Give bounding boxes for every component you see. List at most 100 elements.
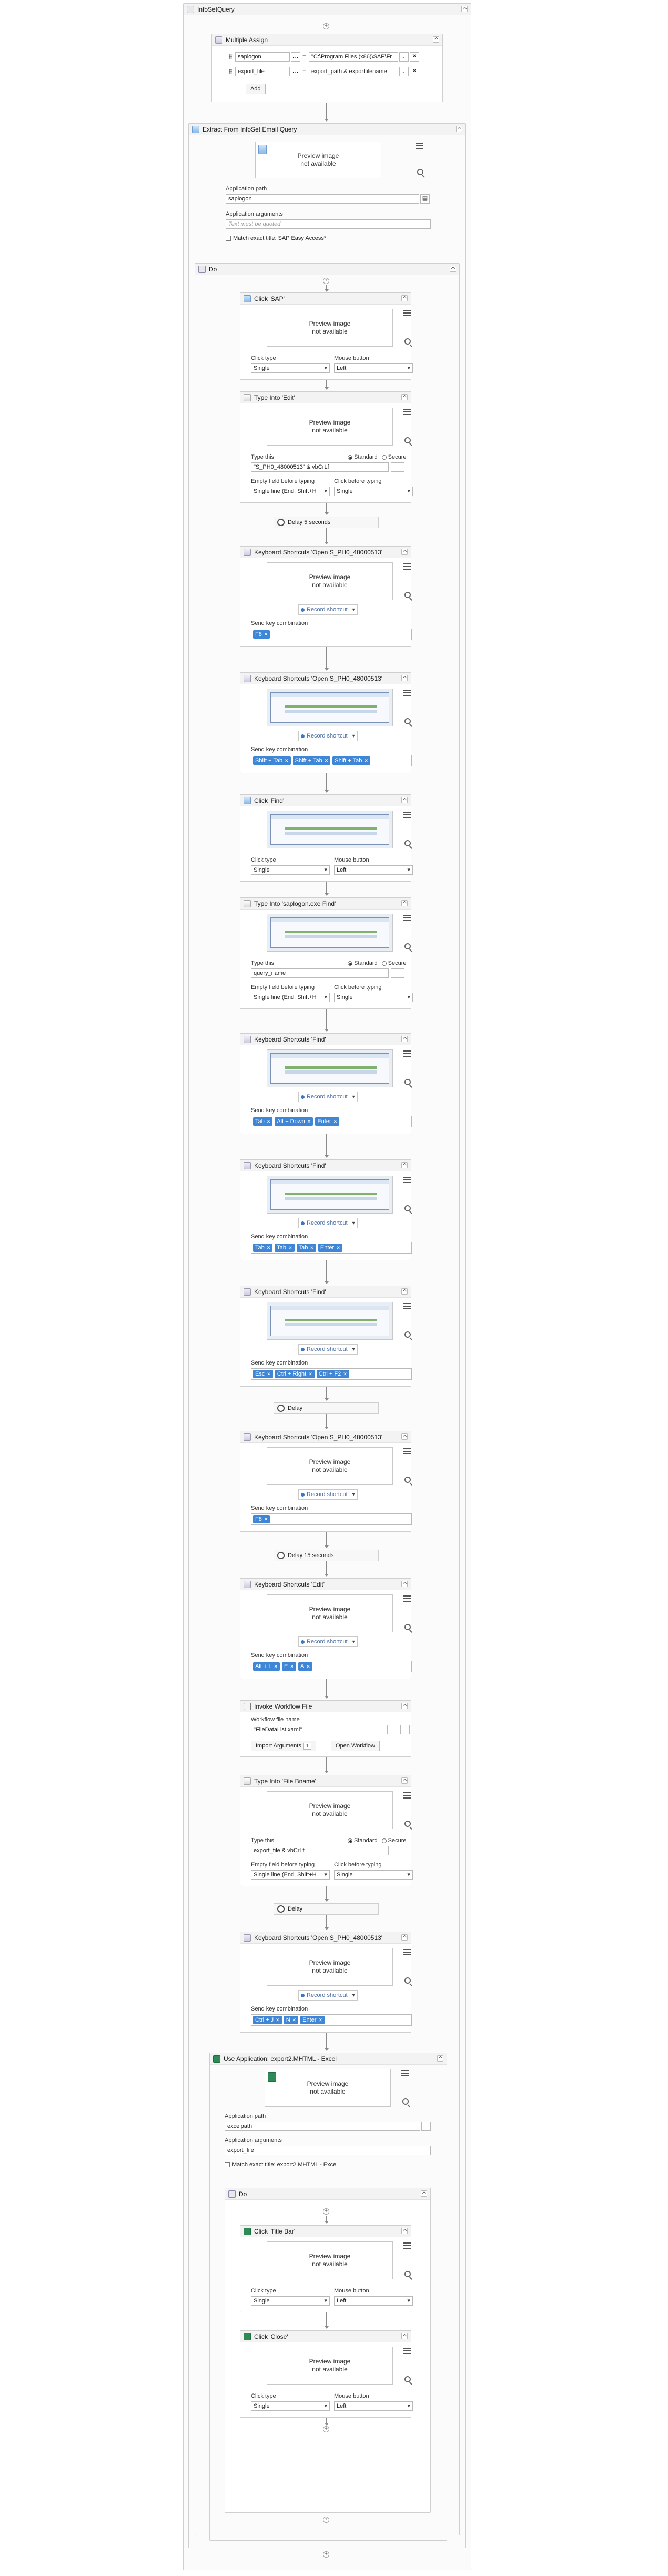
menu-icon[interactable] xyxy=(403,1303,411,1309)
click-activity[interactable]: Click 'Close' Preview image not available… xyxy=(240,2330,413,2418)
ellipsis-button[interactable]: … xyxy=(399,52,409,62)
root-sequence-header[interactable]: InfoSetQuery xyxy=(184,4,471,15)
key-chip[interactable]: Tab ✕ xyxy=(275,1244,295,1252)
remove-key-icon[interactable]: ✕ xyxy=(267,1245,271,1251)
record-shortcut-button[interactable]: Record shortcut ▾ xyxy=(298,1218,358,1228)
collapse-icon[interactable] xyxy=(401,1581,408,1587)
remove-key-icon[interactable]: ✕ xyxy=(285,758,289,764)
record-shortcut-button[interactable]: Record shortcut ▾ xyxy=(298,1489,358,1500)
radio-off-icon[interactable] xyxy=(381,961,387,966)
collapse-icon[interactable] xyxy=(401,1934,408,1941)
mouse-button-select[interactable]: Left xyxy=(334,865,413,875)
open-workflow-button[interactable]: Open Workflow xyxy=(331,1741,380,1751)
remove-key-icon[interactable]: ✕ xyxy=(264,632,268,638)
delay-activity[interactable]: Delay 15 seconds xyxy=(274,1550,379,1561)
collapse-icon[interactable] xyxy=(401,2333,408,2339)
collapse-icon[interactable] xyxy=(421,2190,427,2197)
inspect-icon[interactable] xyxy=(404,1205,411,1211)
collapse-icon[interactable] xyxy=(401,394,408,400)
activity-header[interactable]: Invoke Workflow File xyxy=(240,1701,411,1712)
key-combination-box[interactable]: Shift + Tab ✕ Shift + Tab ✕ Shift + Tab ✕ xyxy=(251,755,412,766)
checkbox-icon[interactable] xyxy=(225,2162,230,2167)
remove-key-icon[interactable]: ✕ xyxy=(288,1245,292,1251)
record-shortcut-button[interactable]: Record shortcut ▾ xyxy=(298,604,358,615)
chevron-down-icon[interactable]: ▾ xyxy=(352,1993,355,1998)
click-type-select[interactable]: Single xyxy=(251,2401,330,2411)
extract-header[interactable]: Extract From InfoSet Email Query xyxy=(189,124,465,135)
workflow-file-input[interactable]: "FileDataList.xaml" xyxy=(251,1725,388,1734)
add-activity-plus[interactable]: + xyxy=(323,278,329,284)
remove-key-icon[interactable]: ✕ xyxy=(319,2017,323,2023)
keyboard-shortcuts-activity[interactable]: Keyboard Shortcuts 'Open S_PH0_48000513'… xyxy=(240,1932,412,2033)
activity-header[interactable]: Type Into 'Edit' xyxy=(240,392,411,403)
assign-value-2[interactable]: export_path & exportfilename xyxy=(309,67,398,76)
menu-icon[interactable] xyxy=(403,1949,411,1955)
text-options-icon[interactable] xyxy=(391,968,404,978)
keyboard-shortcuts-activity[interactable]: Keyboard Shortcuts 'Open S_PH0_48000513'… xyxy=(240,546,412,647)
key-chip[interactable]: Enter ✕ xyxy=(300,2016,325,2024)
menu-icon[interactable] xyxy=(401,2070,409,2076)
menu-icon[interactable] xyxy=(403,812,411,818)
remove-key-icon[interactable]: ✕ xyxy=(267,1371,271,1377)
menu-icon[interactable] xyxy=(403,1595,411,1602)
menu-icon[interactable] xyxy=(403,2348,411,2354)
ellipsis-button[interactable] xyxy=(400,1725,410,1734)
menu-icon[interactable] xyxy=(403,1448,411,1454)
chevron-down-icon[interactable]: ▾ xyxy=(352,1094,355,1100)
standard-radio[interactable]: Standard xyxy=(348,960,378,966)
activity-header[interactable]: Keyboard Shortcuts 'Open S_PH0_48000513' xyxy=(240,1431,411,1443)
key-combination-box[interactable]: Esc ✕ Ctrl + Right ✕ Ctrl + F2 ✕ xyxy=(251,1368,412,1380)
match-title-checkbox[interactable]: Match exact title: SAP Easy Access* xyxy=(226,235,326,241)
key-chip[interactable]: Alt + Down ✕ xyxy=(275,1117,313,1126)
delay-activity[interactable]: Delay xyxy=(274,1903,379,1915)
chevron-down-icon[interactable]: ▾ xyxy=(352,1347,355,1352)
ellipsis-button[interactable]: … xyxy=(399,67,409,76)
collapse-icon[interactable] xyxy=(433,36,439,43)
inspect-icon[interactable] xyxy=(404,2271,411,2277)
key-chip[interactable]: Alt + L ✕ xyxy=(253,1662,280,1671)
key-chip[interactable]: Tab ✕ xyxy=(253,1117,273,1126)
key-chip[interactable]: Shift + Tab ✕ xyxy=(332,756,370,765)
text-options-icon[interactable] xyxy=(391,462,404,472)
collapse-icon[interactable] xyxy=(401,2228,408,2234)
click-activity[interactable]: Click 'Title Bar' Preview image not avail… xyxy=(240,2225,413,2312)
collapse-icon[interactable] xyxy=(461,6,468,12)
collapse-icon[interactable] xyxy=(450,266,456,272)
activity-header[interactable]: Keyboard Shortcuts 'Find' xyxy=(240,1034,411,1045)
menu-icon[interactable] xyxy=(403,1792,411,1799)
standard-radio[interactable]: Standard xyxy=(348,1837,378,1844)
app-args-input[interactable]: export_file xyxy=(225,2146,431,2155)
type-into-activity[interactable]: Type Into 'saplogon.exe Find' Type this St… xyxy=(240,897,413,1009)
record-shortcut-button[interactable]: Record shortcut ▾ xyxy=(298,1636,358,1647)
collapse-icon[interactable] xyxy=(401,900,408,906)
mouse-button-select[interactable]: Left xyxy=(334,2401,413,2411)
key-chip[interactable]: Esc ✕ xyxy=(253,1370,273,1378)
collapse-icon[interactable] xyxy=(401,295,408,301)
inspect-icon[interactable] xyxy=(404,1477,411,1483)
key-chip[interactable]: Tab ✕ xyxy=(253,1244,273,1252)
menu-icon[interactable] xyxy=(403,1050,411,1057)
remove-key-icon[interactable]: ✕ xyxy=(336,1245,340,1251)
empty-field-select[interactable]: Single line (End, Shift+H xyxy=(251,487,330,496)
inspect-icon[interactable] xyxy=(404,437,411,443)
folder-icon[interactable] xyxy=(421,2122,431,2131)
inspect-icon[interactable] xyxy=(404,943,411,949)
type-this-input[interactable]: export_file & vbCrLf xyxy=(251,1846,389,1855)
add-activity-plus[interactable]: + xyxy=(323,2517,329,2523)
inspect-icon[interactable] xyxy=(404,1079,411,1085)
checkbox-icon[interactable] xyxy=(226,236,231,241)
collapse-icon[interactable] xyxy=(456,126,462,132)
menu-icon[interactable] xyxy=(403,690,411,696)
invoke-workflow-activity[interactable]: Invoke Workflow File Workflow file name "F… xyxy=(240,1700,411,1757)
keyboard-shortcuts-activity[interactable]: Keyboard Shortcuts 'Find' Record shortcut… xyxy=(240,1033,412,1134)
activity-header[interactable]: Keyboard Shortcuts 'Open S_PH0_48000513' xyxy=(240,673,411,684)
type-into-activity[interactable]: Type Into 'File Bname' Preview image not … xyxy=(240,1775,413,1886)
delay-activity[interactable]: Delay 5 seconds xyxy=(274,517,379,528)
remove-key-icon[interactable]: ✕ xyxy=(333,1119,338,1125)
remove-key-icon[interactable]: ✕ xyxy=(290,1664,294,1670)
collapse-icon[interactable] xyxy=(401,1433,408,1440)
add-assign-button[interactable]: Add xyxy=(246,84,266,94)
chevron-down-icon[interactable]: ▾ xyxy=(352,1220,355,1226)
key-combination-box[interactable]: F8 ✕ xyxy=(251,629,412,640)
activity-header[interactable]: Type Into 'saplogon.exe Find' xyxy=(240,898,411,910)
